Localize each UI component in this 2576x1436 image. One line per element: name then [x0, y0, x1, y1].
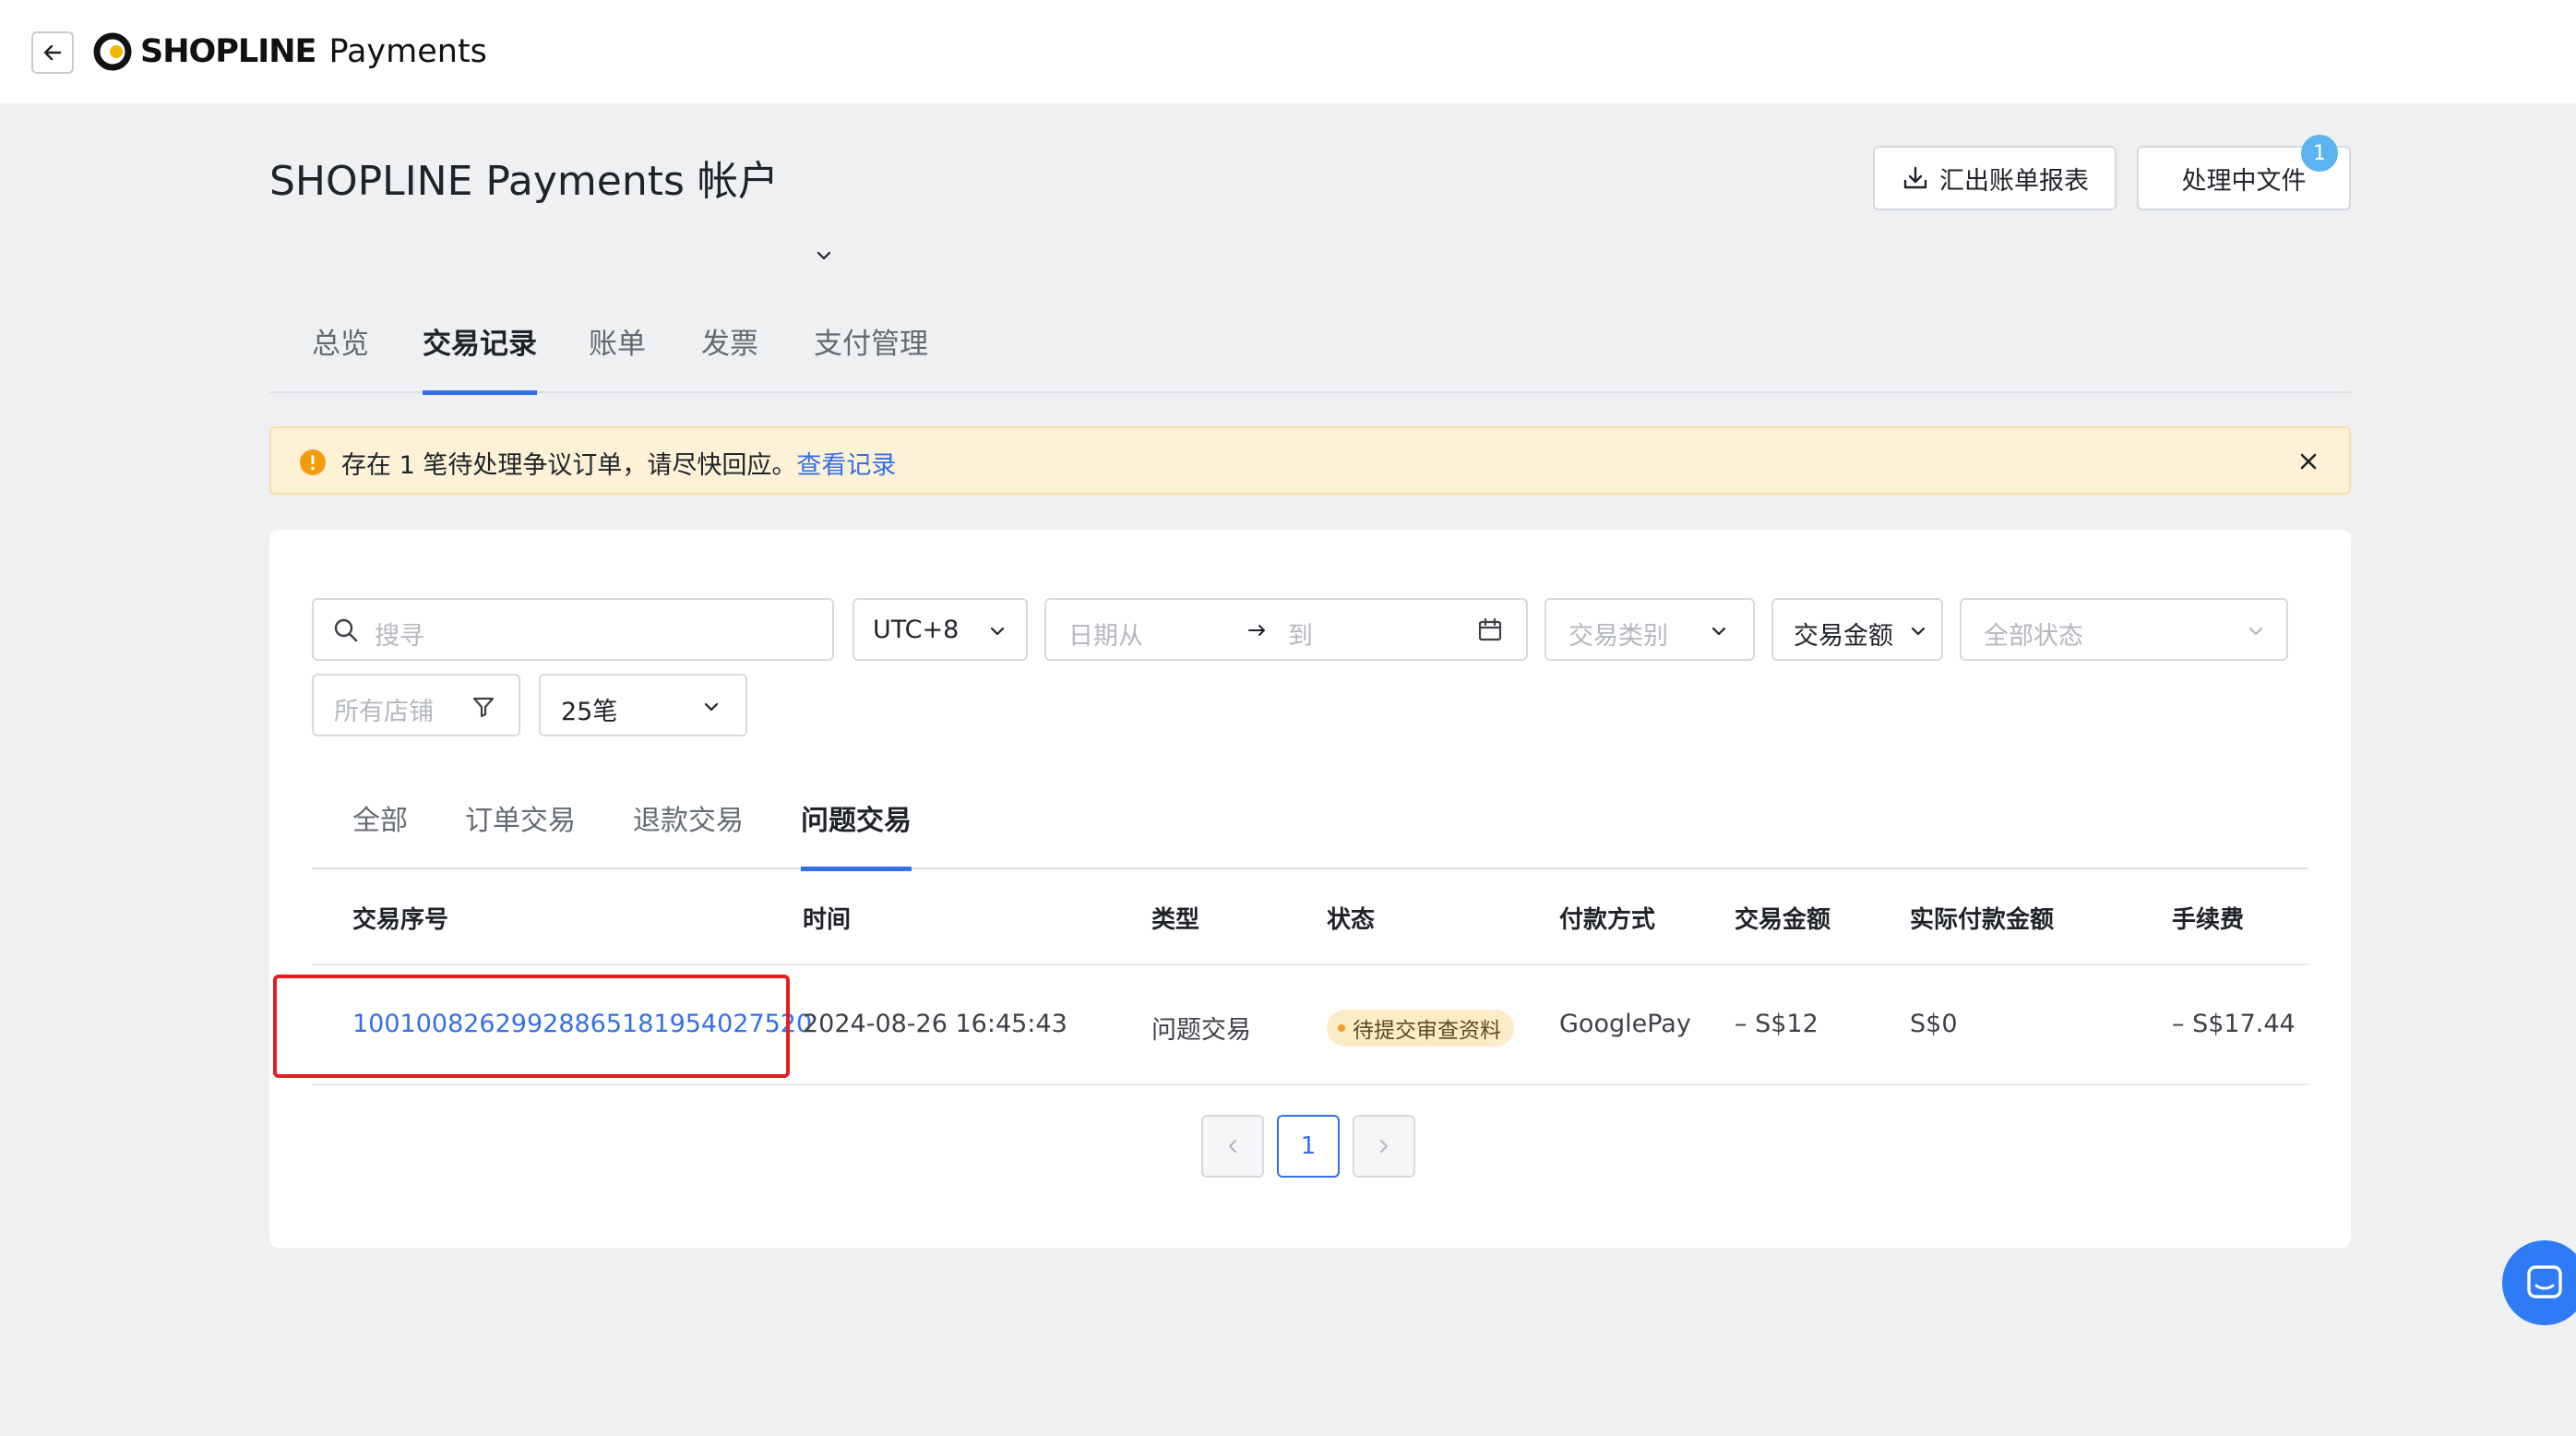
date-to-placeholder: 到 — [1288, 622, 1313, 651]
filter-icon — [472, 697, 495, 718]
col-type: 类型 — [1151, 906, 1200, 934]
table-divider — [312, 1083, 2308, 1085]
chevron-right-icon — [1379, 1139, 1389, 1154]
logo-product: Payments — [328, 33, 487, 70]
tab-payment-management[interactable]: 支付管理 — [814, 314, 928, 393]
tab-invoices[interactable]: 发票 — [701, 314, 758, 393]
status-placeholder: 全部状态 — [1984, 622, 2083, 651]
search-input[interactable]: 搜寻 — [312, 598, 834, 661]
subtab-all[interactable]: 全部 — [352, 783, 408, 869]
col-amount: 交易金额 — [1735, 906, 1831, 934]
shopline-logo: SHOPLINE Payments — [92, 28, 487, 76]
page-1-button[interactable]: 1 — [1277, 1115, 1340, 1178]
amount-label: 交易金额 — [1794, 622, 1893, 651]
dispute-alert: 存在 1 笔待处理争议订单，请尽快回应。查看记录 — [269, 426, 2351, 495]
processing-count-badge: 1 — [2301, 135, 2338, 172]
chevron-down-icon — [704, 702, 719, 712]
col-time: 时间 — [803, 906, 852, 934]
processing-files-label: 处理中文件 — [2181, 166, 2307, 196]
chevron-down-icon — [2248, 627, 2263, 636]
timezone-value: UTC+8 — [873, 616, 960, 644]
main-tabs: 总览 交易记录 账单 发票 支付管理 — [269, 314, 2351, 395]
subtab-orders[interactable]: 订单交易 — [465, 783, 576, 869]
download-icon — [1903, 166, 1927, 189]
transaction-type-placeholder: 交易类别 — [1568, 622, 1668, 651]
status-select[interactable]: 全部状态 — [1960, 598, 2288, 661]
transaction-type-select[interactable]: 交易类别 — [1544, 598, 1755, 661]
alert-message: 存在 1 笔待处理争议订单，请尽快回应。查看记录 — [341, 445, 896, 481]
date-range-picker[interactable]: 日期从 到 — [1044, 598, 1528, 661]
col-payment-method: 付款方式 — [1559, 906, 1656, 934]
transaction-sub-tabs: 全部 订单交易 退款交易 问题交易 — [312, 783, 2308, 871]
transaction-time: 2024-08-26 16:45:43 — [803, 1010, 1067, 1038]
search-placeholder: 搜寻 — [375, 622, 424, 651]
chat-button[interactable] — [2502, 1240, 2576, 1325]
back-button[interactable] — [31, 31, 74, 74]
subtab-refunds[interactable]: 退款交易 — [633, 783, 744, 869]
alert-text: 存在 1 笔待处理争议订单，请尽快回应。 — [341, 451, 797, 480]
logo-brand: SHOPLINE — [140, 33, 316, 70]
store-placeholder: 所有店铺 — [334, 698, 434, 726]
chevron-down-icon — [1911, 627, 1926, 636]
chevron-left-icon — [1228, 1139, 1237, 1154]
tab-overview[interactable]: 总览 — [312, 314, 369, 393]
search-icon — [334, 618, 358, 642]
prev-page-button[interactable] — [1201, 1115, 1264, 1178]
arrow-left-icon — [43, 44, 62, 61]
arrow-right-icon — [1248, 625, 1265, 636]
chevron-down-icon[interactable] — [814, 245, 834, 266]
status-badge: 待提交审查资料 — [1327, 1010, 1514, 1047]
subtab-issues[interactable]: 问题交易 — [801, 783, 912, 871]
date-from-placeholder: 日期从 — [1068, 622, 1143, 651]
actual-amount: S$0 — [1910, 1010, 1958, 1038]
fee-amount: – S$17.44 — [2172, 1010, 2296, 1038]
export-report-button[interactable]: 汇出账单报表 — [1873, 146, 2117, 210]
transaction-type: 问题交易 — [1151, 1016, 1251, 1045]
shopline-logo-icon — [93, 32, 132, 71]
amount-filter[interactable]: 交易金额 — [1771, 598, 1943, 661]
col-actual-amount: 实际付款金额 — [1910, 906, 2055, 934]
payment-method: GooglePay — [1559, 1010, 1691, 1038]
transaction-amount: – S$12 — [1735, 1010, 1819, 1038]
table-divider — [312, 963, 2308, 965]
chat-icon — [2527, 1265, 2562, 1298]
export-report-label: 汇出账单报表 — [1939, 166, 2089, 196]
col-transaction-id: 交易序号 — [352, 906, 449, 934]
store-filter[interactable]: 所有店铺 — [312, 674, 520, 736]
top-bar: SHOPLINE Payments — [0, 0, 2576, 103]
chevron-down-icon — [1711, 627, 1726, 636]
page-title: SHOPLINE Payments 帐户 — [269, 158, 779, 205]
calendar-icon — [1478, 617, 1502, 641]
tab-transactions[interactable]: 交易记录 — [423, 314, 537, 395]
view-records-link[interactable]: 查看记录 — [796, 451, 896, 480]
status-dot — [1338, 1024, 1345, 1032]
chevron-down-icon — [990, 627, 1005, 636]
page-size-value: 25笔 — [561, 698, 618, 726]
transaction-id-highlight — [273, 975, 790, 1078]
col-status: 状态 — [1327, 906, 1376, 934]
timezone-select[interactable]: UTC+8 — [853, 598, 1028, 661]
next-page-button[interactable] — [1353, 1115, 1415, 1178]
close-icon[interactable] — [2296, 449, 2321, 474]
tab-bills[interactable]: 账单 — [589, 314, 646, 393]
status-badge-label: 待提交审查资料 — [1353, 1019, 1501, 1043]
page-size-select[interactable]: 25笔 — [539, 674, 747, 736]
warning-icon — [300, 449, 326, 475]
col-fee: 手续费 — [2172, 906, 2245, 934]
